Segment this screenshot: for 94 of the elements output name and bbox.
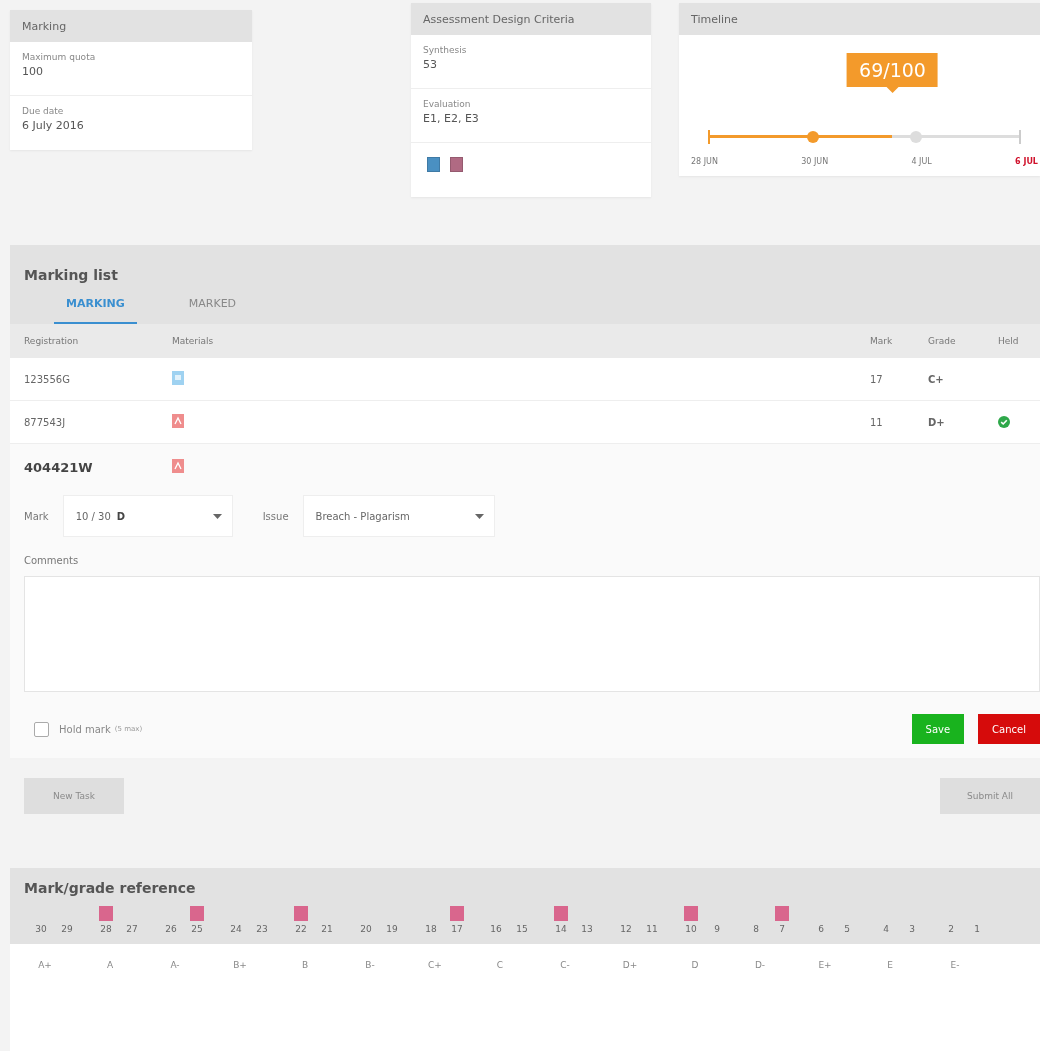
timeline-date: 28 JUN — [691, 157, 718, 166]
column-header: Grade — [928, 336, 957, 346]
checkbox-label: Hold mark — [59, 723, 111, 735]
column-header: Materials — [172, 336, 215, 346]
mark-number: 26 — [165, 924, 177, 934]
grade-label: D- — [753, 960, 767, 972]
mark-number: 17 — [451, 924, 463, 934]
card-title: Timeline — [679, 3, 1040, 35]
table-cell-text: 11 — [870, 416, 884, 428]
mark-number: 4 — [883, 924, 889, 934]
dropdown-caret-icon — [212, 513, 222, 519]
card-title: Marking — [10, 10, 252, 42]
table-cell-text: C+ — [928, 373, 945, 385]
section-title: Marking list — [24, 267, 119, 283]
field-value: 53 — [423, 58, 438, 71]
table-cell-text: 17 — [870, 373, 884, 385]
grade-label: E — [886, 960, 894, 972]
field-label: Maximum quota — [22, 52, 97, 62]
save-button[interactable]: Save — [911, 714, 965, 744]
mark-number: 6 — [818, 924, 824, 934]
mark-number: 1 — [974, 924, 980, 934]
mark-number: 14 — [555, 924, 567, 934]
grade-label: C+ — [427, 960, 443, 972]
grade-label: D+ — [621, 960, 639, 972]
registration-number: 404421W — [24, 460, 94, 475]
grade-label: C- — [559, 960, 571, 972]
grade-label: E+ — [817, 960, 833, 972]
field-label: Mark — [24, 510, 49, 522]
criteria-badge-icon[interactable] — [450, 157, 463, 172]
mark-number: 12 — [620, 924, 632, 934]
mark-number: 22 — [295, 924, 307, 934]
mark-number: 13 — [581, 924, 593, 934]
mark-number: 15 — [516, 924, 528, 934]
mark-number: 5 — [844, 924, 850, 934]
mark-number: 30 — [35, 924, 47, 934]
field-label: Evaluation — [423, 99, 472, 109]
mark-number: 27 — [126, 924, 138, 934]
criteria-badge-icon[interactable] — [427, 157, 440, 172]
progress-tooltip: 69/100 — [847, 53, 938, 93]
mark-number: 21 — [321, 924, 333, 934]
grade-label: A- — [169, 960, 181, 972]
table-cell-text: 877543J — [24, 416, 67, 428]
cancel-button[interactable]: Cancel — [978, 714, 1040, 744]
column-header: Registration — [24, 336, 80, 346]
field-value: 100 — [22, 65, 44, 78]
pdf-file-icon[interactable] — [172, 413, 184, 428]
grade-label: D — [690, 960, 700, 972]
mark-select[interactable]: 10 / 30 D — [62, 495, 233, 537]
mark-number: 18 — [425, 924, 437, 934]
grade-label: B — [300, 960, 310, 972]
grade-label: B- — [364, 960, 376, 972]
document-icon[interactable] — [172, 370, 184, 385]
mark-number: 3 — [909, 924, 915, 934]
mark-number: 10 — [685, 924, 697, 934]
dropdown-caret-icon — [474, 513, 484, 519]
grade-label: B+ — [232, 960, 248, 972]
field-value: 6 July 2016 — [22, 119, 85, 132]
field-label: Comments — [24, 555, 80, 566]
section-title: Mark/grade reference — [24, 880, 197, 896]
mark-number: 8 — [753, 924, 759, 934]
issue-select[interactable]: Breach - Plagarism — [302, 495, 495, 537]
mark-number: 7 — [779, 924, 785, 934]
mark-number: 25 — [191, 924, 203, 934]
mark-number: 24 — [230, 924, 242, 934]
field-label: Due date — [22, 106, 65, 116]
comments-field[interactable] — [24, 576, 1040, 692]
table-cell-text: 123556G — [24, 373, 71, 385]
field-label: Issue — [262, 510, 289, 522]
mark-number: 2 — [948, 924, 954, 934]
mark-number: 9 — [714, 924, 720, 934]
column-header: Mark — [870, 336, 894, 346]
grade-label: E- — [949, 960, 961, 972]
mark-number: 23 — [256, 924, 268, 934]
pdf-file-icon[interactable] — [172, 459, 184, 473]
tab[interactable]: MARKED — [176, 297, 249, 324]
hold-checkbox[interactable] — [34, 721, 49, 737]
field-label: Synthesis — [423, 45, 468, 55]
mark-number: 11 — [646, 924, 658, 934]
card-title: Assessment Design Criteria — [411, 3, 651, 35]
timeline-date: 30 JUN — [801, 157, 829, 166]
timeline-date: 6 JUL — [1015, 157, 1038, 166]
mark-number: 29 — [61, 924, 73, 934]
mark-number: 16 — [490, 924, 502, 934]
grade-label: A+ — [37, 960, 53, 972]
timeline-date: 4 JUL — [911, 157, 932, 166]
grade-label: C — [495, 960, 505, 972]
mark-number: 28 — [100, 924, 112, 934]
table-cell-text: D+ — [928, 416, 946, 428]
column-header: Held — [998, 336, 1020, 346]
table-row[interactable]: 123556G 17 C+ — [10, 358, 1040, 401]
field-value: E1, E2, E3 — [423, 112, 480, 125]
mark-number: 20 — [360, 924, 372, 934]
grade-label: A — [105, 960, 115, 972]
mark-number: 19 — [386, 924, 398, 934]
